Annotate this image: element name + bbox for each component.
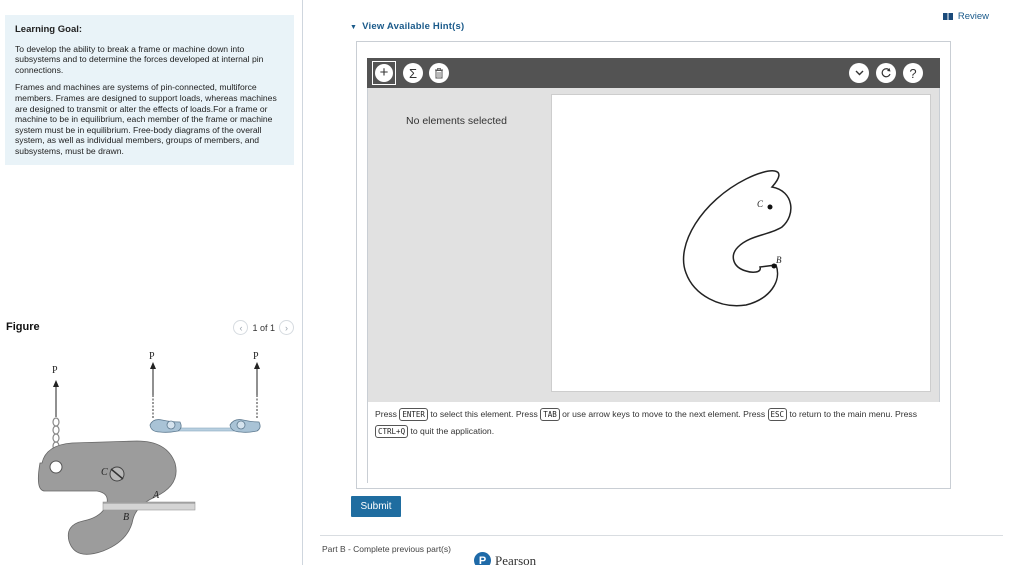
point-b-label: B — [776, 255, 782, 265]
drawing-toolbar: + Σ ? — [367, 58, 940, 88]
key-tab: TAB — [540, 408, 560, 421]
chevron-down-icon[interactable] — [849, 63, 869, 83]
keyboard-instructions: Press ENTER to select this element. Pres… — [368, 402, 941, 483]
view-hints-link[interactable]: ▼ View Available Hint(s) — [350, 21, 464, 32]
part-b-label: Part B - Complete previous part(s) — [322, 544, 451, 554]
left-panel: Learning Goal: To develop the ability to… — [0, 0, 303, 565]
learning-goal-text-1: To develop the ability to break a frame … — [15, 43, 264, 75]
figure-page-count: 1 of 1 — [252, 322, 275, 333]
sigma-icon[interactable]: Σ — [403, 63, 423, 83]
review-link[interactable]: Review — [942, 11, 989, 22]
view-hints-label: View Available Hint(s) — [362, 21, 465, 32]
figure-label-a: A — [152, 490, 160, 501]
instr-text-5: to quit the application. — [410, 426, 495, 436]
trash-icon[interactable] — [429, 63, 449, 83]
instr-text-3: or use arrow keys to move to the next el… — [562, 409, 766, 419]
book-icon — [942, 13, 953, 20]
figure-label-p1: P — [52, 365, 58, 376]
learning-goal-box: Learning Goal: To develop the ability to… — [5, 15, 294, 165]
submit-button[interactable]: Submit — [351, 496, 401, 517]
figure-label-p2: P — [149, 351, 155, 362]
canvas-area[interactable]: No elements selected C B Press ENTER to … — [367, 88, 941, 483]
chevron-right-icon[interactable]: › — [279, 320, 294, 335]
pearson-brand-name: Pearson — [495, 552, 537, 565]
plus-icon[interactable]: + — [372, 61, 396, 85]
drawing-canvas[interactable]: C B — [551, 94, 931, 392]
review-label: Review — [957, 11, 989, 22]
pearson-logo-icon: P — [474, 552, 491, 565]
figure-pager: ‹ 1 of 1 › — [233, 320, 294, 335]
figure-title: Figure — [6, 321, 40, 333]
hook-member-diagram: C B — [682, 170, 792, 307]
divider — [320, 535, 1003, 536]
reset-icon[interactable] — [876, 63, 896, 83]
point-c-marker[interactable] — [767, 204, 773, 210]
learning-goal-text-2: Frames and machines are systems of pin-c… — [15, 82, 277, 156]
figure-label-c: C — [101, 467, 108, 478]
key-enter: ENTER — [399, 408, 428, 421]
caret-right-icon: ▼ — [350, 24, 358, 31]
figure-header: Figure ‹ 1 of 1 › — [6, 320, 296, 338]
mechanism-figure: P P P C A B — [37, 351, 261, 555]
instr-text-1: Press — [375, 409, 397, 419]
page: Learning Goal: To develop the ability to… — [0, 0, 1024, 565]
key-ctrl-q: CTRL+Q — [375, 425, 409, 438]
selection-status: No elements selected — [406, 115, 507, 127]
figure-label-b: B — [123, 512, 129, 523]
chevron-left-icon[interactable]: ‹ — [233, 320, 249, 335]
instr-text-2: to select this element. Press — [430, 409, 538, 419]
key-esc: ESC — [767, 408, 788, 421]
figure-label-p3: P — [253, 351, 259, 362]
question-icon[interactable]: ? — [903, 63, 923, 83]
point-c-label: C — [757, 199, 764, 209]
learning-goal-heading: Learning Goal: — [15, 24, 83, 35]
instr-text-4: to return to the main menu. Press — [789, 409, 917, 419]
drawing-workspace: + Σ ? No elements selected C B Press ENT… — [356, 41, 951, 489]
pearson-brand: P Pearson — [474, 552, 536, 565]
